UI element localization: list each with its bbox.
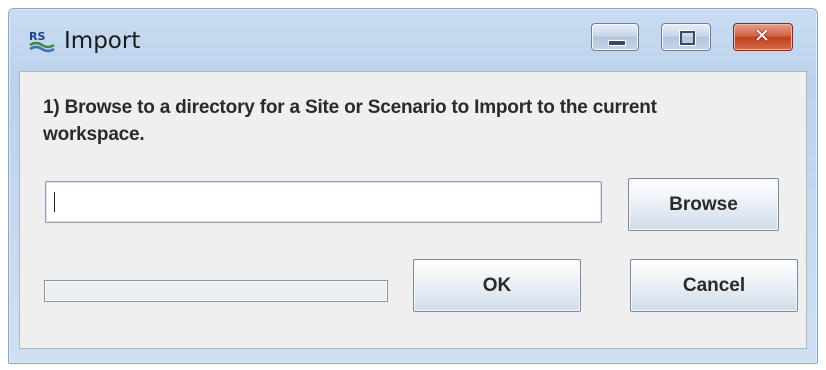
minimize-button[interactable] xyxy=(591,23,639,51)
import-progress-bar xyxy=(44,280,388,302)
maximize-icon xyxy=(679,30,696,46)
app-icon-text: RS xyxy=(29,30,45,43)
directory-path-input[interactable] xyxy=(45,181,602,223)
close-button[interactable]: ✕ xyxy=(733,23,793,51)
text-caret xyxy=(54,192,55,212)
minimize-icon xyxy=(608,40,626,46)
ok-button[interactable]: OK xyxy=(413,259,581,312)
browse-button[interactable]: Browse xyxy=(628,178,779,231)
cancel-button[interactable]: Cancel xyxy=(630,259,798,312)
window-title: Import xyxy=(64,28,141,54)
close-icon: ✕ xyxy=(754,25,770,47)
maximize-button[interactable] xyxy=(661,23,711,51)
import-dialog: RS Import ✕ 1) Browse to a directory for… xyxy=(8,8,818,364)
dialog-content: 1) Browse to a directory for a Site or S… xyxy=(19,71,807,349)
instructions-label: 1) Browse to a directory for a Site or S… xyxy=(43,97,657,145)
title-bar[interactable]: RS Import ✕ xyxy=(9,9,817,71)
app-icon: RS xyxy=(29,30,55,53)
